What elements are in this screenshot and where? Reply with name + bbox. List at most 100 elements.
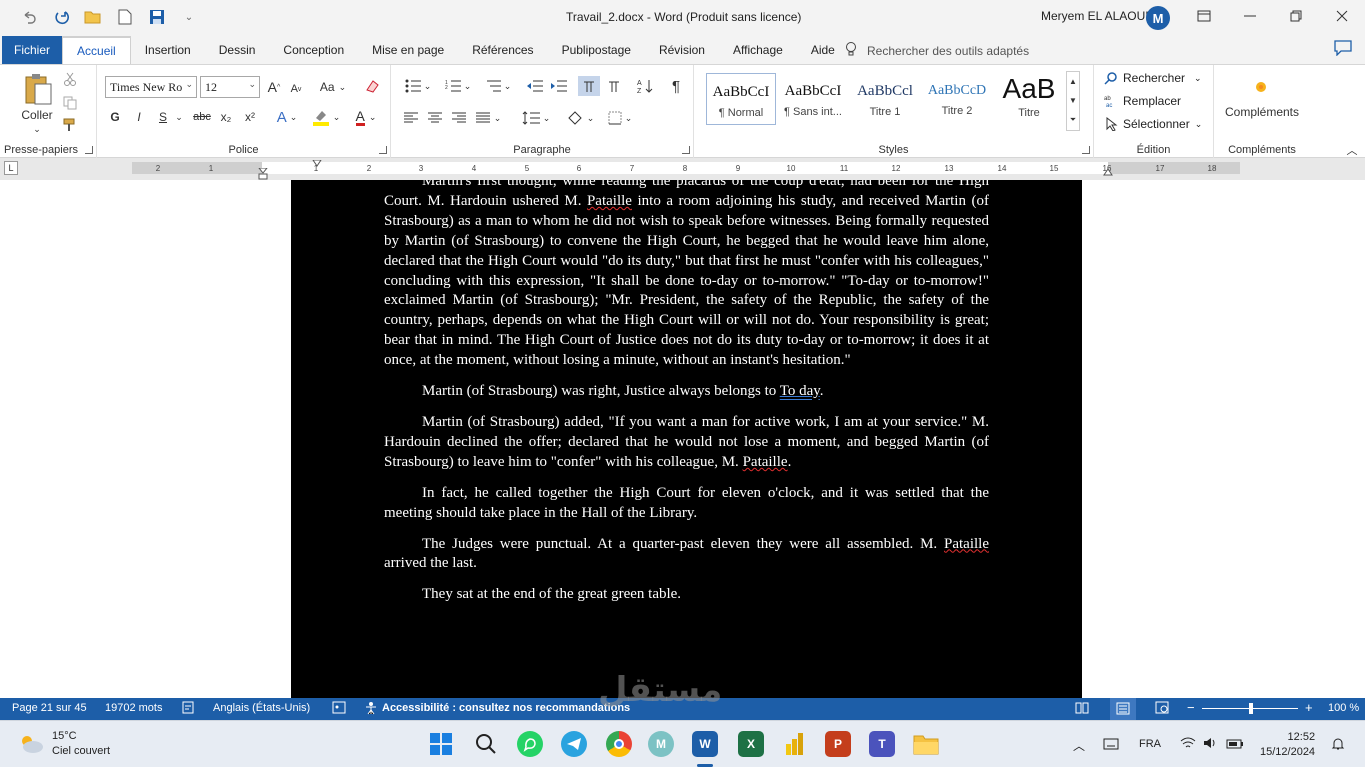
- comments-icon[interactable]: [1332, 38, 1354, 58]
- tab-dessin[interactable]: Dessin: [205, 36, 270, 64]
- left-indent-marker[interactable]: [258, 168, 268, 180]
- tab-insertion[interactable]: Insertion: [131, 36, 205, 64]
- shading-icon[interactable]: ⌄: [563, 109, 597, 127]
- web-layout-icon[interactable]: [1155, 701, 1169, 717]
- font-color-icon[interactable]: A ⌄: [349, 108, 383, 126]
- highlight-color-icon[interactable]: ⌄: [309, 108, 343, 126]
- find-button[interactable]: Rechercher ⌄: [1104, 71, 1202, 85]
- styles-launcher-icon[interactable]: [1082, 146, 1090, 154]
- addins-button[interactable]: Compléments: [1218, 103, 1306, 121]
- rtl-direction-icon[interactable]: [604, 76, 624, 96]
- wifi-icon[interactable]: [1180, 737, 1196, 752]
- close-icon[interactable]: [1319, 0, 1365, 32]
- line-spacing-icon[interactable]: ⌄: [519, 109, 553, 127]
- document-page[interactable]: Martin's first thought, while reading th…: [291, 180, 1082, 698]
- style-no-spacing[interactable]: AaBbCcI ¶ Sans int...: [778, 73, 848, 125]
- ribbon-display-icon[interactable]: [1181, 0, 1227, 32]
- macro-record-icon[interactable]: [332, 701, 346, 717]
- word-icon[interactable]: W: [692, 731, 718, 757]
- scroll-down-icon[interactable]: ▼: [1069, 96, 1077, 105]
- ltr-direction-icon[interactable]: [578, 76, 600, 96]
- tab-references[interactable]: Références: [458, 36, 547, 64]
- copy-icon[interactable]: [62, 95, 78, 111]
- zoom-slider-thumb[interactable]: [1249, 703, 1253, 714]
- meet-icon[interactable]: M: [648, 731, 674, 757]
- style-title[interactable]: AaB Titre: [994, 73, 1064, 125]
- misspelled-word[interactable]: Pataille: [587, 193, 632, 209]
- print-layout-icon[interactable]: [1110, 698, 1136, 720]
- tab-accueil[interactable]: Accueil: [62, 36, 131, 64]
- keyboard-icon[interactable]: [1103, 738, 1119, 753]
- whatsapp-icon[interactable]: [517, 731, 543, 757]
- align-left-icon[interactable]: [401, 109, 421, 127]
- underline-button[interactable]: S: [155, 108, 171, 126]
- grammar-flagged-word[interactable]: To day: [780, 383, 820, 399]
- language-status[interactable]: Anglais (États-Unis): [213, 702, 310, 714]
- align-center-icon[interactable]: [425, 109, 445, 127]
- volume-icon[interactable]: [1203, 737, 1217, 752]
- input-language[interactable]: FRA: [1139, 738, 1161, 750]
- accessibility-icon[interactable]: [364, 701, 378, 718]
- file-explorer-icon[interactable]: [913, 731, 939, 757]
- tab-revision[interactable]: Révision: [645, 36, 719, 64]
- paste-dropdown-icon[interactable]: ⌄: [30, 123, 44, 135]
- increase-indent-icon[interactable]: [549, 77, 569, 95]
- horizontal-ruler[interactable]: 2 1 1 2 3 4 5 6 7 8 9 10 11 12 13 14 15 …: [132, 160, 1240, 180]
- borders-icon[interactable]: ⌄: [603, 109, 637, 127]
- paste-icon[interactable]: [18, 71, 58, 107]
- customize-qat-icon[interactable]: ⌄: [180, 8, 198, 26]
- read-mode-icon[interactable]: [1075, 701, 1089, 717]
- show-hidden-icons-icon[interactable]: ︿: [1073, 737, 1085, 754]
- avatar[interactable]: M: [1146, 6, 1170, 30]
- replace-button[interactable]: ab ac Remplacer: [1104, 94, 1181, 108]
- cut-icon[interactable]: [62, 71, 78, 87]
- align-right-icon[interactable]: [449, 109, 469, 127]
- format-painter-icon[interactable]: [62, 117, 78, 133]
- minimize-icon[interactable]: [1227, 0, 1273, 32]
- excel-icon[interactable]: X: [738, 731, 764, 757]
- save-icon[interactable]: [148, 8, 166, 26]
- style-heading-2[interactable]: AaBbCcD Titre 2: [922, 73, 992, 125]
- font-name-combo[interactable]: Times New Ro ⌄: [105, 76, 197, 98]
- powerpoint-icon[interactable]: P: [825, 731, 851, 757]
- addins-icon[interactable]: [1250, 77, 1272, 97]
- bullets-icon[interactable]: ⌄: [401, 77, 435, 95]
- misspelled-word[interactable]: Pataille: [944, 536, 989, 552]
- numbering-icon[interactable]: 1 2 ⌄: [441, 77, 475, 95]
- justify-icon[interactable]: ⌄: [473, 109, 503, 127]
- tab-mise-en-page[interactable]: Mise en page: [358, 36, 458, 64]
- chrome-icon[interactable]: [606, 731, 632, 757]
- restore-icon[interactable]: [1273, 0, 1319, 32]
- word-count[interactable]: 19702 mots: [105, 702, 162, 714]
- font-launcher-icon[interactable]: [379, 146, 387, 154]
- notifications-icon[interactable]: [1331, 736, 1345, 755]
- scroll-up-icon[interactable]: ▲: [1069, 77, 1077, 86]
- paste-button[interactable]: Coller: [12, 107, 62, 123]
- strikethrough-button[interactable]: abc: [191, 108, 213, 126]
- italic-button[interactable]: I: [131, 108, 147, 126]
- right-indent-marker[interactable]: [1103, 168, 1113, 176]
- open-folder-icon[interactable]: [84, 8, 102, 26]
- select-button[interactable]: Sélectionner ⌄: [1104, 117, 1202, 131]
- zoom-out-icon[interactable]: −: [1187, 700, 1195, 715]
- undo-icon[interactable]: [20, 8, 38, 26]
- page-count[interactable]: Page 21 sur 45: [12, 702, 87, 714]
- clock[interactable]: 12:52 15/12/2024: [1260, 730, 1315, 760]
- search-tools[interactable]: Rechercher des outils adaptés: [845, 41, 1029, 60]
- tab-fichier[interactable]: Fichier: [2, 36, 63, 64]
- multilevel-list-icon[interactable]: ⌄: [481, 77, 515, 95]
- paragraph-launcher-icon[interactable]: [682, 146, 690, 154]
- styles-scroll[interactable]: ▲ ▼ ⏷: [1066, 71, 1080, 131]
- collapse-ribbon-icon[interactable]: ︿: [1344, 143, 1360, 157]
- user-name[interactable]: Meryem EL ALAOUI: [1041, 9, 1149, 23]
- tab-selector-icon[interactable]: L: [4, 161, 18, 175]
- first-line-indent-marker[interactable]: [312, 160, 322, 168]
- change-case-button[interactable]: Aa ⌄: [317, 78, 349, 96]
- new-document-icon[interactable]: [116, 8, 134, 26]
- accessibility-status[interactable]: Accessibilité : consultez nos recommanda…: [382, 702, 630, 714]
- redo-icon[interactable]: [52, 8, 70, 26]
- weather-widget[interactable]: 15°C Ciel couvert: [18, 729, 110, 759]
- underline-dropdown-icon[interactable]: ⌄: [173, 108, 185, 126]
- bold-button[interactable]: G: [107, 108, 123, 126]
- subscript-button[interactable]: x₂: [217, 108, 235, 126]
